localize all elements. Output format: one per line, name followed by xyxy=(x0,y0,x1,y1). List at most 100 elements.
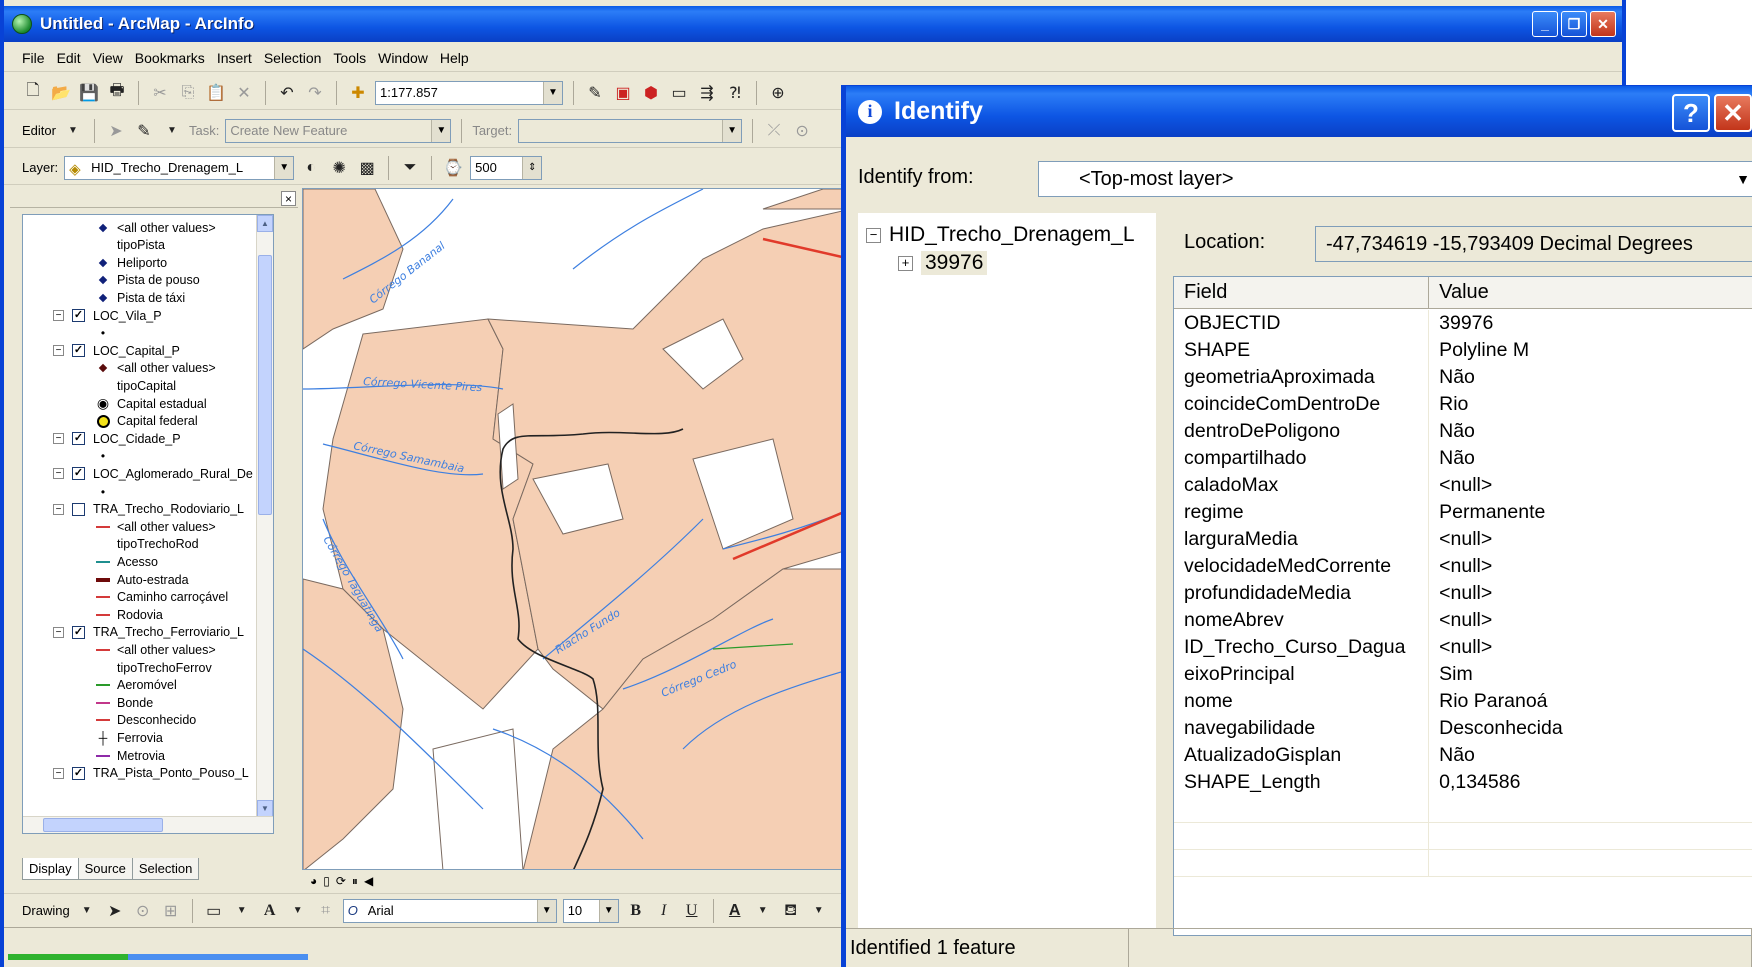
attribute-row[interactable]: larguraMedia <null> xyxy=(1174,526,1752,553)
map-display[interactable]: Córrego Bananal Córrego Vicente Pires Có… xyxy=(302,188,850,870)
attribute-row[interactable]: compartilhado Não xyxy=(1174,445,1752,472)
menu-edit[interactable]: Edit xyxy=(57,50,81,66)
contrast-icon[interactable]: ◐ xyxy=(300,157,322,179)
arctoolbox-icon[interactable]: ▣ xyxy=(612,82,634,104)
attribute-row[interactable]: regime Permanente xyxy=(1174,499,1752,526)
menu-insert[interactable]: Insert xyxy=(217,50,252,66)
chevron-down-icon[interactable]: ▼ xyxy=(722,119,742,142)
model-builder-icon[interactable]: ⇶ xyxy=(696,82,718,104)
toolbox-icon[interactable]: ⬢ xyxy=(640,82,662,104)
scroll-thumb[interactable] xyxy=(258,255,272,515)
add-data-icon[interactable]: ✚ xyxy=(347,82,369,104)
attribute-row[interactable]: nome Rio Paranoá xyxy=(1174,688,1752,715)
attribute-row[interactable]: eixoPrincipal Sim xyxy=(1174,661,1752,688)
chevron-down-icon[interactable]: ▼ xyxy=(1727,162,1752,196)
rectangle-icon[interactable]: ▭ xyxy=(203,900,225,922)
collapse-icon[interactable]: − xyxy=(53,345,64,357)
attribute-row[interactable]: dentroDePoligono Não xyxy=(1174,418,1752,445)
attribute-row[interactable]: AtualizadoGisplan Não xyxy=(1174,742,1752,769)
toc-tree[interactable]: <all other values> tipoPista Heliporto Pist… xyxy=(22,214,274,834)
collapse-icon[interactable]: − xyxy=(53,503,64,515)
menu-file[interactable]: File xyxy=(22,50,45,66)
toc-layer-row[interactable]: − ✓ TRA_Trecho_Ferroviario_L xyxy=(53,623,244,642)
paste-icon[interactable]: 📋 xyxy=(205,82,227,104)
refresh-icon[interactable]: ⟳ xyxy=(336,874,346,888)
flicker-icon[interactable]: ⌚ xyxy=(442,157,464,179)
cut-icon[interactable]: ✂ xyxy=(149,82,171,104)
collapse-icon[interactable]: − xyxy=(866,227,881,243)
toc-vertical-scrollbar[interactable]: ▲ ▼ xyxy=(256,215,273,817)
scroll-left-icon[interactable]: ◀ xyxy=(364,874,373,888)
location-field[interactable]: -47,734619 -15,793409 Decimal Degrees xyxy=(1315,226,1752,262)
rotate-icon[interactable]: ⊙ xyxy=(132,900,154,922)
menu-help[interactable]: Help xyxy=(440,50,469,66)
layer-visibility-checkbox[interactable]: ✓ xyxy=(72,309,85,322)
expand-icon[interactable]: + xyxy=(898,255,913,271)
collapse-icon[interactable]: − xyxy=(53,433,64,445)
identify-titlebar[interactable]: i Identify ? ✕ xyxy=(846,86,1752,137)
attribute-row[interactable]: coincideComDentroDe Rio xyxy=(1174,391,1752,418)
column-header-field[interactable]: Field xyxy=(1174,277,1430,308)
help-button[interactable]: ? xyxy=(1672,94,1710,132)
zoom-whole-page-icon[interactable]: ⊞ xyxy=(160,900,182,922)
font-color-icon[interactable]: A xyxy=(724,900,746,922)
spinner-icon[interactable]: ⇕ xyxy=(522,156,542,179)
arcmap-titlebar[interactable]: Untitled - ArcMap - ArcInfo _ ❐ ✕ xyxy=(4,6,1622,42)
chevron-down-icon[interactable]: ▼ xyxy=(62,120,84,142)
select-elements-icon[interactable]: ➤ xyxy=(104,900,126,922)
attribute-row[interactable]: geometriaAproximada Não xyxy=(1174,364,1752,391)
flicker-rate-input[interactable]: 500 ⇕ xyxy=(470,155,543,180)
fill-color-icon[interactable]: ⛾ xyxy=(780,900,802,922)
redo-icon[interactable]: ↷ xyxy=(304,82,326,104)
rotate-tool-icon[interactable]: ⊙ xyxy=(791,120,813,142)
layer-visibility-checkbox[interactable]: ✓ xyxy=(72,625,85,639)
scroll-thumb[interactable] xyxy=(43,818,163,832)
undo-icon[interactable]: ↶ xyxy=(276,82,298,104)
toc-layer-row[interactable]: − ✓ LOC_Aglomerado_Rural_De xyxy=(53,464,253,483)
font-combo[interactable]: O Arial ▼ xyxy=(342,898,557,923)
tree-feature-node[interactable]: + 39976 xyxy=(898,251,988,275)
collapse-icon[interactable]: − xyxy=(53,626,64,638)
close-button[interactable]: ✕ xyxy=(1714,94,1752,132)
chevron-down-icon[interactable]: ▼ xyxy=(76,900,98,922)
underline-icon[interactable]: U xyxy=(681,900,703,922)
attribute-row[interactable]: OBJECTID 39976 xyxy=(1174,310,1752,337)
chevron-down-icon[interactable]: ▼ xyxy=(808,900,830,922)
attribute-row[interactable]: caladoMax <null> xyxy=(1174,472,1752,499)
layer-combo[interactable]: ◈ HID_Trecho_Drenagem_L ▼ xyxy=(64,155,295,180)
bold-icon[interactable]: B xyxy=(625,900,647,922)
menu-tools[interactable]: Tools xyxy=(333,50,366,66)
toc-horizontal-scrollbar[interactable] xyxy=(23,816,273,833)
menu-bookmarks[interactable]: Bookmarks xyxy=(135,50,205,66)
layer-visibility-checkbox[interactable]: ✓ xyxy=(72,467,85,481)
layer-visibility-checkbox[interactable]: ✓ xyxy=(72,766,85,780)
delete-icon[interactable]: ✕ xyxy=(233,82,255,104)
editor-menu[interactable]: Editor xyxy=(22,123,56,138)
task-combo[interactable]: Create New Feature ▼ xyxy=(225,118,452,143)
collapse-icon[interactable]: − xyxy=(53,767,64,779)
attribute-row[interactable]: velocidadeMedCorrente <null> xyxy=(1174,553,1752,580)
map-scale-combo[interactable]: 1:177.857 ▼ xyxy=(375,80,563,105)
identify-results-tree[interactable]: − HID_Trecho_Drenagem_L + 39976 xyxy=(858,213,1156,928)
pause-icon[interactable]: ⏸ xyxy=(352,874,358,889)
tab-display[interactable]: Display xyxy=(22,858,79,880)
toc-layer-row[interactable]: − ✓ TRA_Pista_Ponto_Pouso_L xyxy=(53,764,249,783)
menu-selection[interactable]: Selection xyxy=(264,50,322,66)
font-size-combo[interactable]: 10 ▼ xyxy=(562,898,619,923)
attribute-row[interactable]: SHAPE_Length 0,134586 xyxy=(1174,769,1752,796)
transparency-icon[interactable]: ▩ xyxy=(356,157,378,179)
restore-button[interactable]: ❐ xyxy=(1561,11,1587,37)
edit-tool-icon[interactable]: ➤ xyxy=(105,120,127,142)
layer-visibility-checkbox[interactable] xyxy=(72,502,85,516)
tree-layer-node[interactable]: − HID_Trecho_Drenagem_L xyxy=(866,223,1135,247)
toc-layer-row[interactable]: − TRA_Trecho_Rodoviario_L xyxy=(53,500,244,519)
layout-view-icon[interactable]: ▯ xyxy=(323,874,330,888)
chevron-down-icon[interactable]: ▼ xyxy=(752,900,774,922)
new-document-icon[interactable]: 🗋 xyxy=(22,82,44,104)
sketch-tool-icon[interactable]: ✎ xyxy=(133,120,155,142)
edit-vertices-icon[interactable]: ⌗ xyxy=(315,900,337,922)
scroll-up-icon[interactable]: ▲ xyxy=(257,215,273,232)
toc-layer-row[interactable]: − ✓ LOC_Cidade_P xyxy=(53,429,181,448)
close-button[interactable]: ✕ xyxy=(1590,11,1616,37)
close-icon[interactable]: × xyxy=(281,191,296,206)
